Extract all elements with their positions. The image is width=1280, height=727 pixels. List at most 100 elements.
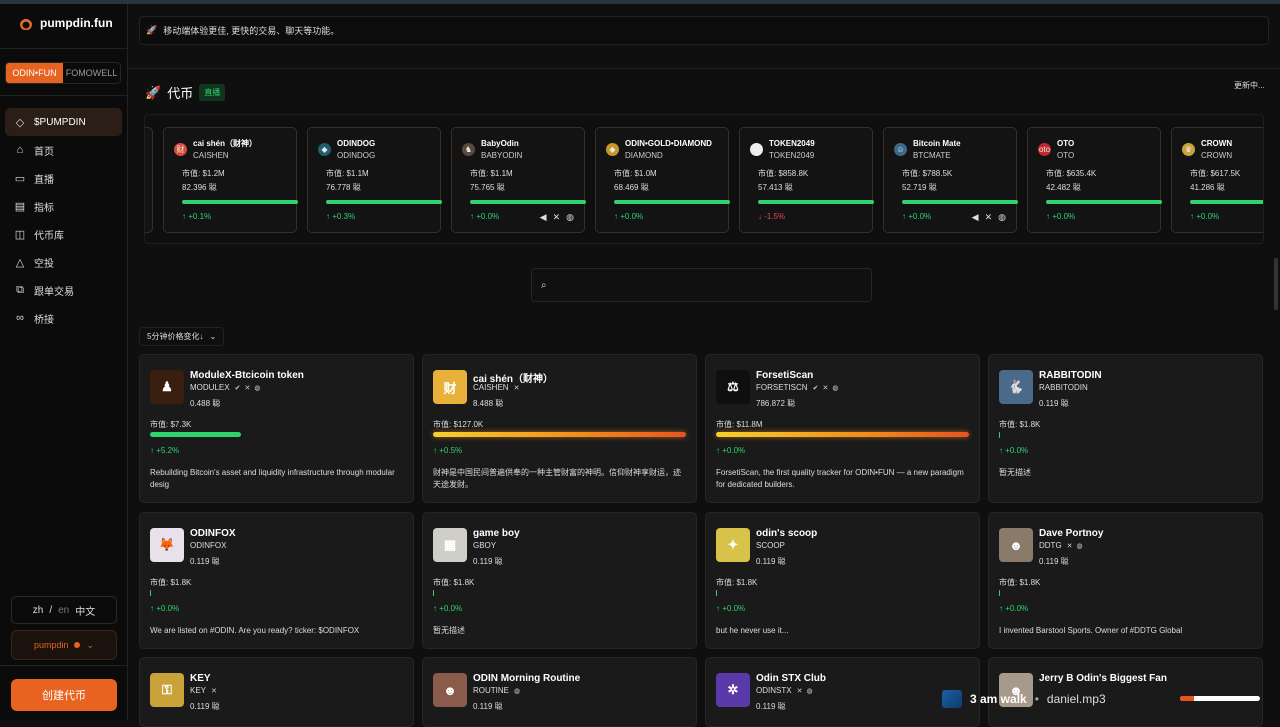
- sort-dropdown[interactable]: 5分钟价格变化↓ ⌄: [139, 327, 225, 346]
- token-price: 0.119 聪: [473, 702, 503, 711]
- sidebar-item-4[interactable]: ◫ 代币库: [5, 220, 122, 248]
- social-links: ◍: [514, 687, 520, 695]
- sidebar-nav: ◇ $PUMPDIN ⌂ 首页 ▭ 直播 ▤ 指标 ◫ 代币库 △ 空投 ⧉ 跟单交易 ∞ 桥接: [5, 108, 122, 332]
- verified-icon[interactable]: ✔: [813, 384, 819, 392]
- social-links: ✔ ✕ ◍: [235, 384, 261, 392]
- telegram-icon[interactable]: ◀: [972, 212, 979, 223]
- website-icon[interactable]: ◍: [514, 687, 520, 695]
- token-card[interactable]: ☻ ODIN Morning Routine ROUTINE ◍ 0.119 聪: [422, 657, 697, 727]
- language-switch[interactable]: zh / en 中文: [11, 596, 117, 624]
- ticker-card[interactable]: ☺ Bitcoin Mate BTCMATE 市值: $788.5K 52.719 聪 ↑…: [883, 127, 1018, 233]
- token-card[interactable]: 🦊 ODINFOX ODINFOX 0.119 聪市值: $1.8K ↑ +0.0% We…: [139, 512, 414, 649]
- sidebar-item-label: 指标: [34, 202, 54, 214]
- x-icon[interactable]: ✕: [985, 212, 993, 223]
- playback-progress[interactable]: [1180, 696, 1260, 701]
- token-name: cai shén（财神）: [193, 139, 258, 148]
- website-icon[interactable]: ◍: [1077, 542, 1083, 550]
- token-avatar: 🦊: [150, 528, 184, 562]
- token-description: 财神是中国民间普遍供奉的一种主管财富的神明。信仰财神享财运，迹天途发财。: [433, 468, 681, 489]
- price-change: ↑ +0.5%: [433, 446, 463, 455]
- x-icon[interactable]: ✕: [514, 384, 520, 392]
- price-change: ↑ +0.0%: [1190, 212, 1220, 221]
- sidebar-item-1[interactable]: ⌂ 首页: [5, 136, 122, 164]
- token-price: 0.119 聪: [1039, 557, 1069, 566]
- sidebar-item-3[interactable]: ▤ 指标: [5, 192, 122, 220]
- token-price: 0.119 聪: [473, 557, 503, 566]
- app-logo[interactable]: pumpdin.fun: [20, 16, 113, 30]
- x-icon[interactable]: ✕: [1067, 542, 1073, 550]
- diamond-icon: ◇: [15, 116, 25, 129]
- token-avatar: 财: [174, 143, 187, 156]
- status-dot-icon: [74, 642, 81, 648]
- website-icon[interactable]: ◍: [832, 384, 838, 392]
- market-cap: 市值: $7.3K: [150, 420, 192, 429]
- website-icon[interactable]: ◍: [566, 212, 574, 223]
- ticker-card[interactable]: ◆ ODIN•GOLD•DIAMOND DIAMOND 市值: $1.0M 68.469…: [595, 127, 730, 233]
- search-box[interactable]: ⌕: [531, 268, 872, 302]
- market-cap: 市值: $1.8K: [999, 420, 1041, 429]
- sidebar-item-5[interactable]: △ 空投: [5, 248, 122, 276]
- token-card[interactable]: 财 cai shén（财神） CAISHEN ✕ 8.488 聪市值: $127.0K ↑…: [422, 354, 697, 503]
- token-name: ODIN Morning Routine: [473, 673, 581, 684]
- token-card[interactable]: ⚿ KEY KEY ✕ 0.119 聪: [139, 657, 414, 727]
- search-input[interactable]: [552, 277, 853, 293]
- token-ticker[interactable]: 财 cai shén（财神） CAISHEN 市值: $1.2M 82.396 聪 ↑ +…: [144, 114, 1264, 244]
- social-links: ◀ ✕ ◍: [972, 212, 1006, 223]
- token-symbol-row: GBOY: [473, 541, 501, 550]
- token-card[interactable]: ▦ game boy GBOY 0.119 聪市值: $1.8K ↑ +0.0% 暂无描述: [422, 512, 697, 649]
- sidebar-item-0[interactable]: ◇ $PUMPDIN: [5, 108, 122, 136]
- create-token-button[interactable]: 创建代币: [11, 679, 117, 711]
- wallet-button[interactable]: pumpdin ⌄: [11, 630, 117, 660]
- token-card[interactable]: ☻ Dave Portnoy DDTG ✕ ◍ 0.119 聪市值: $1.8K ↑ +0.…: [988, 512, 1263, 649]
- ticker-card[interactable]: 财 cai shén（财神） CAISHEN 市值: $1.2M 82.396 聪 ↑ +…: [163, 127, 298, 233]
- token-symbol: BABYODIN: [481, 151, 523, 160]
- price-change: ↑ +0.0%: [433, 604, 463, 613]
- ticker-card-partial[interactable]: [145, 127, 153, 233]
- website-icon[interactable]: ◍: [806, 687, 812, 695]
- verified-icon[interactable]: ✔: [235, 384, 241, 392]
- x-icon[interactable]: ✕: [211, 687, 217, 695]
- website-icon[interactable]: ◍: [998, 212, 1006, 223]
- page-scrollbar[interactable]: [1274, 258, 1278, 310]
- platform-tab-fomowell[interactable]: FOMOWELL: [63, 63, 120, 83]
- token-card[interactable]: ♟ ModuleX-Btcicoin token MODULEX ✔ ✕ ◍ 0.488 聪…: [139, 354, 414, 503]
- ticker-card[interactable]: ♛ CROWN CROWN 市值: $617.5K 41.286 聪 ↑ +0.0%: [1171, 127, 1263, 233]
- bonding-progress-bar: [433, 590, 434, 596]
- token-symbol: KEY: [190, 686, 207, 695]
- token-name: Bitcoin Mate: [913, 139, 961, 148]
- bonding-progress-bar: [999, 590, 1000, 596]
- platform-tab-odin[interactable]: ODIN•FUN: [6, 63, 63, 83]
- ticker-card[interactable]: ◆ ODINDOG ODINDOG 市值: $1.1M 76.778 聪 ↑ +0.3%: [307, 127, 442, 233]
- x-icon[interactable]: ✕: [553, 212, 561, 223]
- token-name: RABBITODIN: [1039, 370, 1102, 381]
- token-card[interactable]: ⚖ ForsetiScan FORSETISCN ✔ ✕ ◍ 786.872 聪市值: $1…: [705, 354, 980, 503]
- sidebar-item-6[interactable]: ⧉ 跟单交易: [5, 276, 122, 304]
- token-name: odin's scoop: [756, 528, 818, 539]
- sort-label: 5分钟价格变化↓: [147, 332, 204, 341]
- ticker-card[interactable]: oto OTO OTO 市值: $635.4K 42.482 聪 ↑ +0.0%: [1027, 127, 1162, 233]
- sidebar-item-7[interactable]: ∞ 桥接: [5, 304, 122, 332]
- token-description: We are listed on #ODIN. Are you ready? t…: [150, 626, 360, 635]
- token-price: 0.119 聪: [1039, 399, 1069, 408]
- market-cap: 市值: $1.8K: [999, 578, 1041, 587]
- token-card[interactable]: ✲ Odin STX Club ODINSTX ✕ ◍ 0.119 聪: [705, 657, 980, 727]
- token-avatar: oto: [1038, 143, 1051, 156]
- token-avatar: [750, 143, 763, 156]
- bonding-progress-bar: [433, 432, 686, 437]
- x-icon[interactable]: ✕: [244, 384, 250, 392]
- lang-en[interactable]: en: [58, 605, 69, 616]
- media-player[interactable]: 3 am walk • daniel.mp3: [942, 686, 1268, 712]
- track-file: daniel.mp3: [1046, 692, 1106, 706]
- website-icon[interactable]: ◍: [254, 384, 260, 392]
- ticker-card[interactable]: ♞ BabyOdin BABYODIN 市值: $1.1M 75.765 聪 ↑ +0.0…: [451, 127, 586, 233]
- token-card[interactable]: 🐇 RABBITODIN RABBITODIN 0.119 聪市值: $1.8K ↑ +…: [988, 354, 1263, 503]
- token-avatar: 财: [433, 370, 467, 404]
- lang-zh[interactable]: zh: [33, 605, 44, 616]
- sidebar-item-2[interactable]: ▭ 直播: [5, 164, 122, 192]
- x-icon[interactable]: ✕: [797, 687, 803, 695]
- token-card[interactable]: ✦ odin's scoop SCOOP 0.119 聪市值: $1.8K ↑ +0.0…: [705, 512, 980, 649]
- x-icon[interactable]: ✕: [822, 384, 828, 392]
- progress-bar: [326, 200, 442, 204]
- telegram-icon[interactable]: ◀: [540, 212, 547, 223]
- ticker-card[interactable]: TOKEN2049 TOKEN2049 市值: $858.8K 57.413 聪 ↓ -…: [739, 127, 874, 233]
